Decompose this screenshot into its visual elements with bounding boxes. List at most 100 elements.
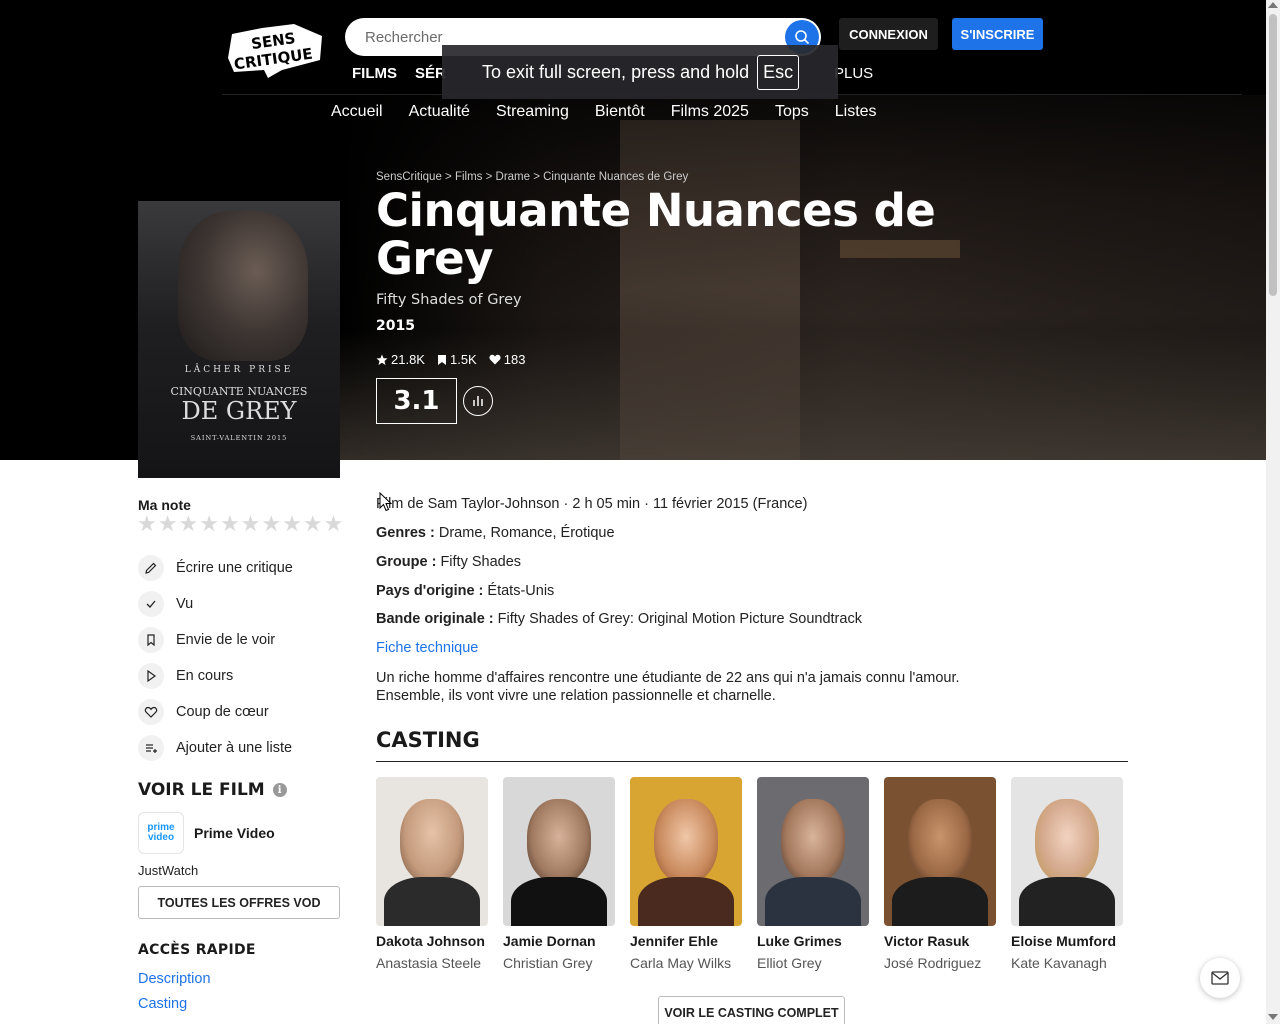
want-to-see-action[interactable]: Envie de le voir xyxy=(138,622,338,658)
actor-role: José Rodriguez xyxy=(884,955,982,971)
cast-grid: Dakota Johnson Anastasia Steele Jamie Do… xyxy=(376,777,1123,971)
my-rating-label: Ma note xyxy=(138,497,191,513)
poster-title-line2: DE GREY xyxy=(181,397,297,425)
check-icon xyxy=(138,591,164,617)
fullscreen-notice: To exit full screen, press and hold Esc xyxy=(442,45,838,99)
rating-star-icon[interactable]: ★ xyxy=(241,512,261,537)
watch-section-title: VOIR LE FILM i xyxy=(138,780,287,800)
provider-prime-video[interactable]: prime video Prime Video xyxy=(138,812,275,854)
actor-name[interactable]: Luke Grimes xyxy=(757,933,869,949)
actor-name[interactable]: Jamie Dornan xyxy=(503,933,615,949)
actor-role: Elliot Grey xyxy=(757,955,822,971)
scrollbar-thumb[interactable] xyxy=(1269,14,1277,296)
write-review-action[interactable]: Écrire une critique xyxy=(138,550,338,586)
favorites-count: 183 xyxy=(489,352,525,367)
subnav-accueil[interactable]: Accueil xyxy=(331,103,383,121)
fullscreen-notice-text: To exit full screen, press and hold xyxy=(482,61,750,82)
movie-poster[interactable]: LÂCHER PRISE CINQUANTE NUANCES DE GREY S… xyxy=(138,201,340,478)
score-distribution-button[interactable] xyxy=(463,386,493,416)
quick-access-title: ACCÈS RAPIDE xyxy=(138,942,256,958)
provider-name: Prime Video xyxy=(194,825,275,841)
contact-button[interactable] xyxy=(1200,958,1240,998)
actor-role: Anastasia Steele xyxy=(376,955,482,971)
actor-role: Carla May Wilks xyxy=(630,955,732,971)
quick-link-description[interactable]: Description xyxy=(138,971,211,987)
casting-title: CASTING xyxy=(376,728,480,752)
page-title: Cinquante Nuances de Grey xyxy=(376,184,936,285)
rating-star-icon[interactable]: ★ xyxy=(261,512,281,537)
search-icon xyxy=(795,30,810,45)
poster-release: SAINT-VALENTIN 2015 xyxy=(190,434,288,442)
country-row: Pays d'origine : États-Unis xyxy=(376,583,555,599)
cast-card[interactable]: Victor Rasuk José Rodriguez xyxy=(884,777,996,971)
scroll-down-arrow-icon[interactable] xyxy=(1268,1014,1278,1020)
heart-icon xyxy=(138,699,164,725)
rating-star-icon[interactable]: ★ xyxy=(324,512,344,537)
favorite-action[interactable]: Coup de cœur xyxy=(138,694,338,730)
actor-name[interactable]: Dakota Johnson xyxy=(376,933,488,949)
cast-card[interactable]: Luke Grimes Elliot Grey xyxy=(757,777,869,971)
poster-artwork xyxy=(178,211,308,361)
play-icon xyxy=(138,663,164,689)
rating-star-icon[interactable]: ★ xyxy=(158,512,178,537)
in-progress-action[interactable]: En cours xyxy=(138,658,338,694)
rating-star-icon[interactable]: ★ xyxy=(137,512,157,537)
rating-star-icon[interactable]: ★ xyxy=(199,512,219,537)
justwatch-credit[interactable]: JustWatch xyxy=(138,863,198,878)
rating-star-icon[interactable]: ★ xyxy=(282,512,302,537)
info-icon[interactable]: i xyxy=(272,783,287,797)
subnav-actualite[interactable]: Actualité xyxy=(409,103,470,121)
rating-star-icon[interactable]: ★ xyxy=(220,512,240,537)
full-cast-button[interactable]: VOIR LE CASTING COMPLET xyxy=(658,996,845,1024)
genres-row: Genres : Drame, Romance, Érotique xyxy=(376,525,615,541)
mail-icon xyxy=(1211,971,1229,985)
bar-chart-icon xyxy=(473,396,483,406)
scroll-up-arrow-icon[interactable] xyxy=(1268,2,1278,8)
synopsis: Un riche homme d'affaires rencontre une … xyxy=(376,670,960,704)
actor-role: Christian Grey xyxy=(503,955,593,971)
actor-role: Kate Kavanagh xyxy=(1011,955,1107,971)
rating-star-icon[interactable]: ★ xyxy=(303,512,323,537)
senscritique-logo[interactable]: SENS CRITIQUE xyxy=(222,20,328,80)
technical-sheet-link[interactable]: Fiche technique xyxy=(376,640,478,656)
groupe-row: Groupe : Fifty Shades xyxy=(376,554,522,570)
breadcrumb[interactable]: SensCritique > Films > Drame > Cinquante… xyxy=(376,171,688,183)
bookmark-icon xyxy=(138,627,164,653)
tab-plus[interactable]: PLUS xyxy=(834,65,873,82)
subnav-streaming[interactable]: Streaming xyxy=(496,103,569,121)
cast-card[interactable]: Dakota Johnson Anastasia Steele xyxy=(376,777,488,971)
action-list: Écrire une critique Vu Envie de le voir … xyxy=(138,550,338,766)
category-tabs: FILMS SÉR xyxy=(352,65,446,85)
wishlist-count: 1.5K xyxy=(437,352,477,367)
rating-stars[interactable]: ★ ★ ★ ★ ★ ★ ★ ★ ★ ★ xyxy=(137,512,343,537)
actor-photo xyxy=(503,777,615,926)
quick-link-casting[interactable]: Casting xyxy=(138,996,187,1012)
subnav-listes[interactable]: Listes xyxy=(835,103,877,121)
tab-films[interactable]: FILMS xyxy=(352,65,397,85)
mouse-cursor-icon xyxy=(379,492,393,512)
actor-name[interactable]: Victor Rasuk xyxy=(884,933,996,949)
cast-card[interactable]: Eloise Mumford Kate Kavanagh xyxy=(1011,777,1123,971)
cast-card[interactable]: Jamie Dornan Christian Grey xyxy=(503,777,615,971)
star-icon xyxy=(376,354,388,365)
signup-button[interactable]: S'INSCRIRE xyxy=(952,18,1043,50)
average-score: 3.1 xyxy=(376,378,457,424)
rating-star-icon[interactable]: ★ xyxy=(178,512,198,537)
subnav-tops[interactable]: Tops xyxy=(775,103,809,121)
cast-card[interactable]: Jennifer Ehle Carla May Wilks xyxy=(630,777,742,971)
list-add-icon xyxy=(138,735,164,761)
seen-action[interactable]: Vu xyxy=(138,586,338,622)
actor-photo xyxy=(757,777,869,926)
bookmark-icon xyxy=(437,354,446,365)
movie-meta-line: Film de Sam Taylor-Johnson · 2 h 05 min … xyxy=(376,496,808,512)
actor-name[interactable]: Eloise Mumford xyxy=(1011,933,1123,949)
subnav-bientot[interactable]: Bientôt xyxy=(595,103,645,121)
subnav-films-2025[interactable]: Films 2025 xyxy=(671,103,749,121)
all-vod-offers-button[interactable]: TOUTES LES OFFRES VOD xyxy=(138,886,340,919)
movie-stats: 21.8K 1.5K 183 xyxy=(376,352,525,367)
heart-icon xyxy=(489,354,501,365)
login-button[interactable]: CONNEXION xyxy=(839,18,938,50)
add-to-list-action[interactable]: Ajouter à une liste xyxy=(138,730,338,766)
sub-navigation: Accueil Actualité Streaming Bientôt Film… xyxy=(331,103,877,121)
actor-name[interactable]: Jennifer Ehle xyxy=(630,933,742,949)
